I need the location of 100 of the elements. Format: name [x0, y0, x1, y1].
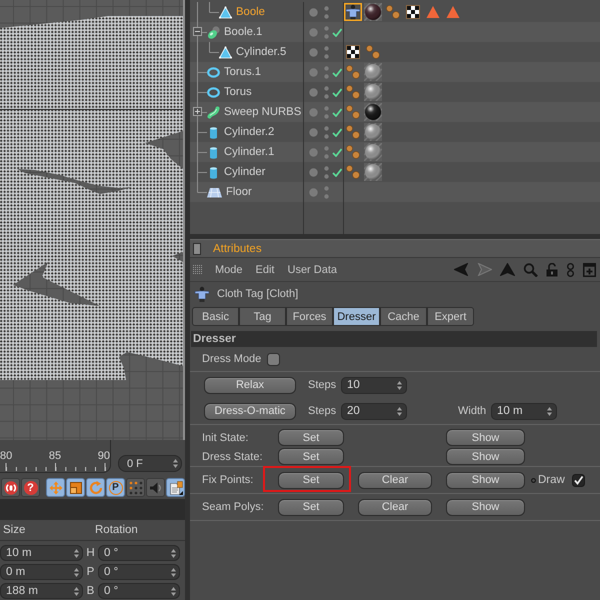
scale-tool-button[interactable] [66, 478, 85, 497]
rings-icon[interactable] [566, 262, 575, 276]
tab[interactable]: Dresser [333, 307, 380, 326]
menu-item[interactable]: Edit [256, 264, 274, 276]
dress-mode-checkbox[interactable] [267, 352, 280, 366]
action-button[interactable]: Set [278, 472, 344, 488]
checker-icon[interactable] [344, 43, 362, 61]
check-icon[interactable] [332, 128, 342, 136]
sphere-icon[interactable] [364, 63, 382, 81]
sound-button[interactable] [146, 478, 165, 497]
dot-icon[interactable] [309, 108, 318, 116]
width-field[interactable]: 10 m [491, 402, 557, 420]
points-mode-button[interactable] [126, 478, 145, 497]
action-button[interactable]: Show [446, 498, 525, 516]
draw-checkbox[interactable] [572, 474, 585, 486]
menu-item[interactable]: User Data [288, 264, 338, 276]
visibility-dots-icon[interactable] [324, 46, 329, 58]
spinner-icon[interactable] [173, 459, 178, 468]
shirt-icon[interactable] [344, 3, 362, 21]
collapse-icon[interactable] [193, 27, 202, 36]
action-button[interactable]: Clear [358, 498, 432, 516]
move-tool-button[interactable] [46, 478, 65, 497]
visibility-dots-icon[interactable] [324, 126, 329, 138]
lock-icon[interactable] [546, 262, 558, 276]
steps-field[interactable]: 20 [341, 402, 407, 420]
steps-field[interactable]: 10 [341, 376, 407, 394]
spinner-icon[interactable] [547, 406, 552, 416]
timeline-ruler[interactable]: 80 85 90 [0, 440, 111, 473]
spinner-icon[interactable] [74, 548, 79, 558]
check-icon[interactable] [332, 28, 342, 36]
checker-icon[interactable] [404, 3, 422, 21]
action-button[interactable]: Show [446, 472, 525, 488]
dot-icon[interactable] [309, 128, 318, 136]
help-button[interactable]: ? [21, 478, 40, 497]
dot-icon[interactable] [309, 28, 318, 36]
action-button[interactable]: Set [278, 448, 344, 465]
rotation-field[interactable]: 0 ° [98, 545, 180, 561]
tab[interactable]: Forces [286, 307, 333, 326]
record-button[interactable] [1, 478, 20, 497]
square-icon[interactable] [193, 242, 201, 254]
tab[interactable]: Basic [192, 307, 239, 326]
sphere-icon[interactable] [364, 163, 382, 181]
object-row[interactable]: Sweep NURBS [190, 102, 600, 122]
rotation-field[interactable]: 0 ° [98, 564, 180, 580]
dot-icon[interactable] [309, 188, 318, 196]
object-row[interactable]: Cylinder.1 [190, 142, 600, 162]
spinner-icon[interactable] [171, 568, 176, 576]
visibility-dots-icon[interactable] [324, 66, 329, 78]
visibility-dots-icon[interactable] [324, 6, 329, 18]
size-field[interactable]: 10 m [0, 545, 83, 561]
viewport[interactable] [0, 0, 185, 440]
action-button[interactable]: Set [278, 498, 344, 516]
check-icon[interactable] [332, 68, 342, 76]
check-icon[interactable] [332, 148, 342, 156]
visibility-dots-icon[interactable] [324, 166, 329, 178]
beads-icon[interactable] [344, 163, 362, 181]
dot-icon[interactable] [309, 68, 318, 76]
sphere-icon[interactable] [364, 83, 382, 101]
sphere-icon[interactable] [364, 143, 382, 161]
tab[interactable]: Tag [239, 307, 286, 326]
rotation-field[interactable]: 0 ° [98, 583, 180, 599]
object-row[interactable]: Torus.1 [190, 62, 600, 82]
size-field[interactable]: 0 m [0, 564, 83, 580]
up-arrow-icon[interactable] [500, 263, 515, 276]
frame-field[interactable]: 0 F [118, 455, 182, 472]
object-row[interactable]: Boole.1 [190, 22, 600, 42]
dot-icon[interactable] [309, 8, 318, 16]
spinner-icon[interactable] [74, 568, 79, 576]
dot-icon[interactable] [309, 148, 318, 156]
visibility-dots-icon[interactable] [324, 86, 329, 98]
check-icon[interactable] [332, 168, 342, 176]
sphere-icon[interactable] [364, 123, 382, 141]
visibility-dots-icon[interactable] [324, 106, 329, 118]
visibility-dots-icon[interactable] [324, 146, 329, 158]
check-icon[interactable] [332, 88, 342, 96]
object-row[interactable]: Floor [190, 182, 600, 202]
expand-icon[interactable] [193, 107, 202, 116]
new-panel-icon[interactable] [583, 262, 596, 276]
spinner-icon[interactable] [397, 406, 402, 416]
size-field[interactable]: 188 m [0, 583, 83, 599]
check-icon[interactable] [332, 108, 342, 116]
dot-icon[interactable] [309, 168, 318, 176]
action-button[interactable]: Relax [204, 376, 296, 394]
spinner-icon[interactable] [171, 586, 176, 596]
menu-item[interactable]: Mode [215, 264, 243, 276]
action-button[interactable]: Show [446, 429, 525, 446]
sphere-icon[interactable] [364, 3, 382, 21]
search-icon[interactable] [523, 262, 538, 276]
dot-icon[interactable] [309, 88, 318, 96]
spinner-icon[interactable] [397, 380, 402, 390]
dot-icon[interactable] [309, 48, 318, 56]
spinner-icon[interactable] [74, 586, 79, 596]
action-button[interactable]: Dress-O-matic [204, 402, 296, 420]
action-button[interactable]: Clear [358, 472, 432, 488]
tab[interactable]: Cache [380, 307, 427, 326]
action-button[interactable]: Set [278, 429, 344, 446]
document-button[interactable] [166, 478, 185, 497]
parameter-button[interactable]: P [106, 478, 125, 497]
rotate-tool-button[interactable] [86, 478, 105, 497]
sphere-icon[interactable] [364, 103, 382, 121]
